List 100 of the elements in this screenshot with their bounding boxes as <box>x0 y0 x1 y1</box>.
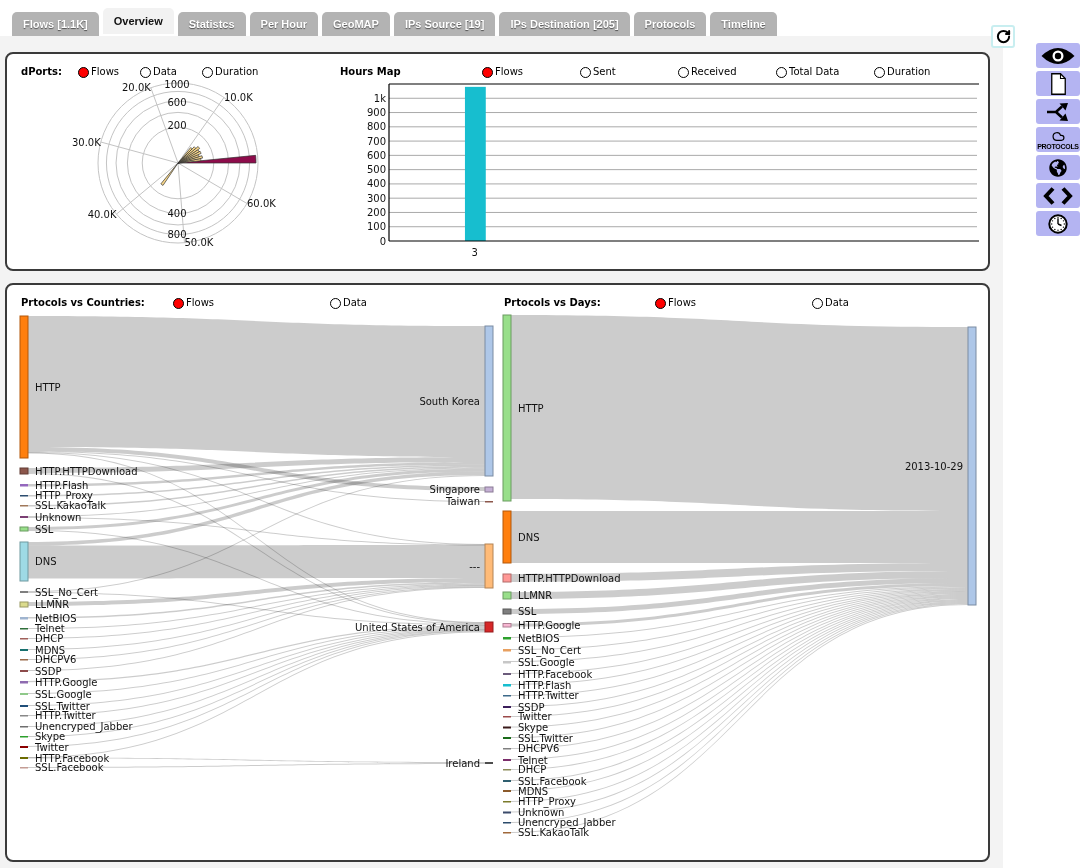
radio-option[interactable]: Data <box>140 66 177 78</box>
node-label: SSDP <box>518 701 545 713</box>
spoke-label: 20.0K <box>122 82 151 94</box>
node-label: SSL_No_Cert <box>518 644 582 656</box>
axis-tick-label: 0 <box>379 235 386 247</box>
node-label: HTTP.Google <box>35 676 98 688</box>
node-label: HTTP <box>35 381 61 393</box>
toolbar-button[interactable] <box>1036 99 1080 124</box>
node-label: DNS <box>35 556 57 567</box>
document-icon <box>1050 72 1066 95</box>
spoke-label: 10.0K <box>223 92 253 103</box>
node-label: Taiwan <box>446 496 480 508</box>
node-label: Singapore <box>429 484 480 495</box>
node-label: SSL.Facebook <box>35 762 104 774</box>
axis-tick-label: 600 <box>366 149 386 161</box>
node-label: DHCPV6 <box>518 743 560 755</box>
code-brackets-icon <box>1043 185 1073 206</box>
toolbar-button[interactable] <box>1036 183 1080 208</box>
node-label: HTTP.Twitter <box>518 690 579 702</box>
eye-icon <box>1041 46 1075 65</box>
node-label: Ireland <box>445 757 480 769</box>
toolbar-button[interactable] <box>1036 71 1080 96</box>
tab[interactable]: Overview <box>102 8 174 34</box>
cloud-icon <box>1049 129 1067 143</box>
node-label: United States of America <box>355 621 480 633</box>
node-label: SSL.Google <box>518 656 575 668</box>
node-label: Unknown <box>35 511 82 523</box>
node-label: DHCPV6 <box>35 654 77 666</box>
node-label: LLMNR <box>518 590 553 601</box>
clock-icon <box>1048 213 1068 234</box>
node-label: Telnet <box>35 623 65 635</box>
spoke-label: 60.0K <box>247 198 276 209</box>
node-label: SSL.Google <box>35 688 92 700</box>
section-title: Prtocols vs Countries: <box>21 298 145 308</box>
node-label: HTTP.Facebook <box>518 668 593 680</box>
node-label: Twitter <box>518 711 552 723</box>
node-label: LLMNR <box>35 599 70 610</box>
ring-label: 1000 <box>164 79 190 90</box>
toolbar-button[interactable] <box>1036 43 1080 68</box>
spoke-label: 30.0K <box>71 136 101 148</box>
toolbar-button[interactable] <box>1036 155 1080 180</box>
axis-tick-label: 400 <box>366 178 386 190</box>
radio-option[interactable]: Duration <box>874 66 931 78</box>
node-label: SSL_No_Cert <box>35 586 99 598</box>
node-label: DHCP <box>518 764 547 776</box>
node-label: SSL.Facebook <box>518 775 587 787</box>
node-label: HTTP.HTTPDownload <box>35 465 138 477</box>
node-label: NetBIOS <box>518 632 560 644</box>
globe-icon <box>1049 158 1067 177</box>
node-label: HTTP.Twitter <box>35 710 96 722</box>
node-label: SSL.Twitter <box>35 700 90 712</box>
radio-option[interactable]: Data <box>330 297 367 309</box>
radio-option[interactable]: Flows <box>78 66 120 78</box>
toolbar-button[interactable] <box>1036 211 1080 236</box>
radio-option[interactable]: Data <box>812 297 849 309</box>
radio-option[interactable]: Total Data <box>776 66 840 78</box>
axis-tick-label: 800 <box>366 121 386 133</box>
node-label: --- <box>469 560 480 572</box>
node-label: Unencryped_Jabber <box>518 817 616 829</box>
axis-tick-label: 1k <box>373 92 386 104</box>
node-label: South Korea <box>419 395 480 407</box>
node-label: 2013-10-29 <box>904 460 963 472</box>
node-label: SSL.KakaoTalk <box>35 500 106 512</box>
node-label: NetBIOS <box>35 612 77 624</box>
radio-option[interactable]: Flows <box>482 66 524 78</box>
node-label: SSL.KakaoTalk <box>518 827 589 839</box>
section-title: Hours Map <box>340 67 401 77</box>
section-title: dPorts: <box>21 67 63 77</box>
radio-option[interactable]: Duration <box>202 66 259 78</box>
radio-option[interactable]: Flows <box>655 297 697 309</box>
node-label: HTTP_Proxy <box>35 490 93 502</box>
ring-label: 400 <box>167 208 187 220</box>
axis-tick-label: 200 <box>366 206 386 218</box>
node-label: Skype <box>518 722 549 733</box>
refresh-button[interactable] <box>991 25 1015 48</box>
axis-tick-label: 300 <box>366 192 386 204</box>
ring-label: 600 <box>167 96 187 108</box>
radio-option[interactable]: Flows <box>173 297 215 309</box>
node-label: Twitter <box>35 741 69 753</box>
node-label: Skype <box>35 731 66 743</box>
axis-tick-label: 900 <box>366 107 386 119</box>
branch-arrows-icon <box>1046 101 1070 122</box>
node-label: HTTP.Flash <box>35 479 89 491</box>
axis-tick-label: 500 <box>366 164 386 176</box>
node-label: MDNS <box>518 785 549 797</box>
node-label: Unknown <box>518 807 565 818</box>
node-label: Unencryped_Jabber <box>35 721 133 733</box>
node-label: DHCP <box>35 633 64 645</box>
axis-tick-label: 3 <box>471 246 478 258</box>
spoke-label: 40.0K <box>87 208 117 220</box>
node-label: SSL <box>35 523 54 535</box>
radio-option[interactable]: Received <box>678 66 737 78</box>
node-label: Telnet <box>518 754 548 766</box>
node-label: DNS <box>518 531 540 543</box>
node-label: MDNS <box>35 644 66 656</box>
radio-option[interactable]: Sent <box>580 66 616 78</box>
node-label: HTTP.Facebook <box>35 752 110 764</box>
section-title: Prtocols vs Days: <box>504 298 601 308</box>
node-label: HTTP <box>518 402 544 414</box>
node-label: HTTP_Proxy <box>518 796 576 808</box>
